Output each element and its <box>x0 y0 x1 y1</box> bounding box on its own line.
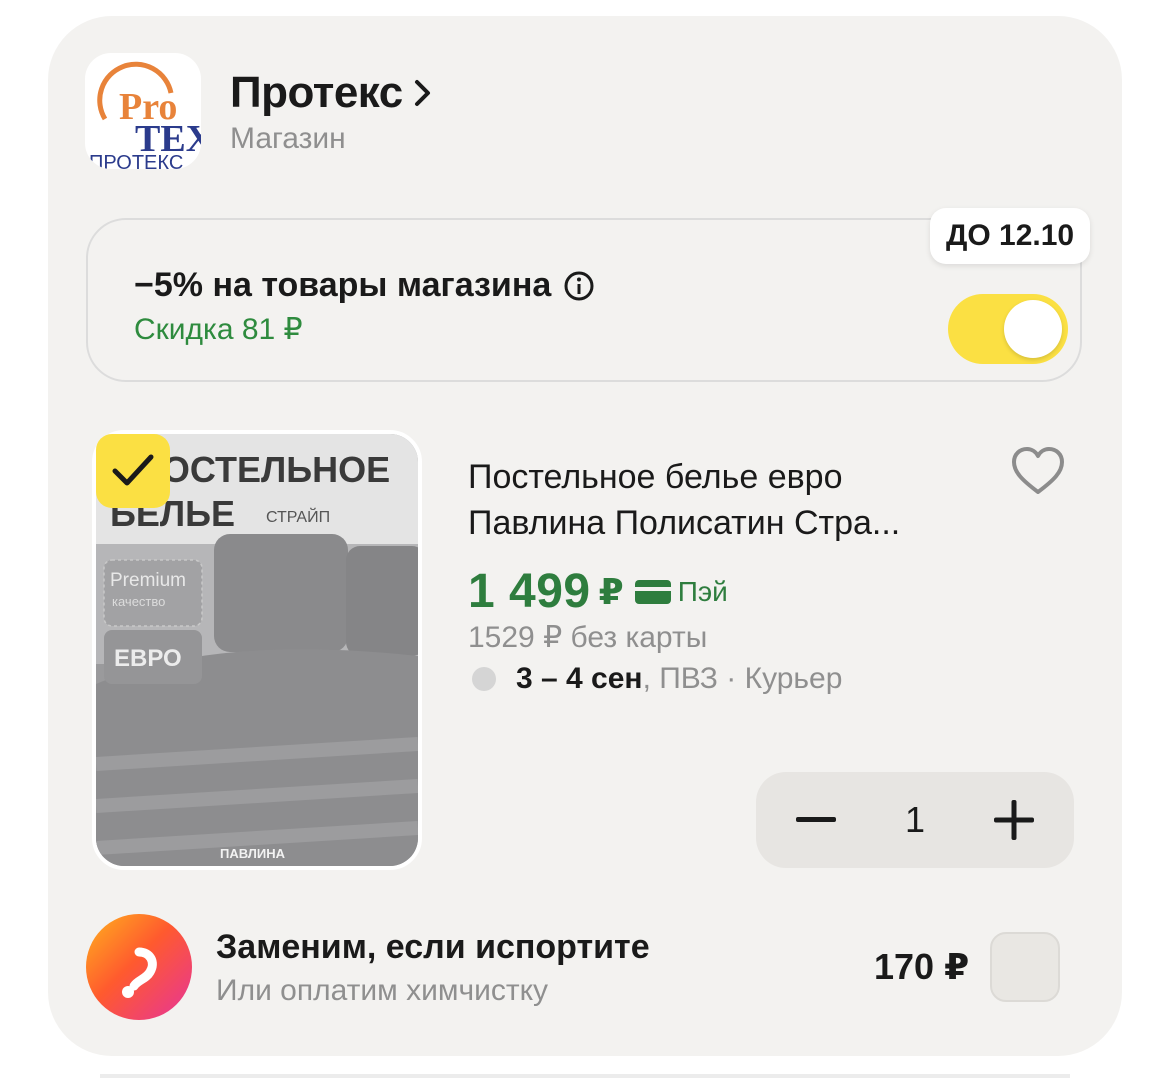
insurance-price: 170 ₽ <box>874 946 970 987</box>
plus-button[interactable] <box>992 798 1036 842</box>
promo-title-row: −5% на товары магазина <box>134 266 595 305</box>
quantity-value: 1 <box>904 799 926 840</box>
svg-text:ПОСТЕЛЬНОЕ: ПОСТЕЛЬНОЕ <box>136 449 390 490</box>
check-icon <box>112 454 154 486</box>
insurance-checkbox[interactable] <box>990 932 1060 1002</box>
svg-text:ПРОТЕКС: ПРОТЕКС <box>89 152 183 169</box>
product-title[interactable]: Постельное белье евро Павлина Полисатин … <box>468 454 978 546</box>
minus-icon <box>796 817 836 822</box>
promo-discount: Скидка 81 ₽ <box>134 313 303 346</box>
info-icon[interactable] <box>563 270 595 302</box>
svg-text:СТРАЙП: СТРАЙП <box>266 507 330 526</box>
divider <box>100 1074 1070 1078</box>
deadline-badge: ДО 12.10 <box>930 208 1091 264</box>
product-select-checkbox[interactable] <box>96 434 170 508</box>
chevron-right-icon <box>413 78 433 108</box>
delivery-methods: , ПВЗ · Курьер <box>642 662 843 695</box>
delivery-status-dot <box>472 667 496 691</box>
favorite-heart-icon[interactable] <box>1010 446 1066 496</box>
price-value: 1 499 <box>468 565 591 618</box>
svg-text:качество: качество <box>112 594 165 609</box>
price-without-card: 1529 ₽ без карты <box>468 621 708 654</box>
delivery-info: 3 – 4 сен , ПВЗ · Курьер <box>472 662 842 696</box>
minus-button[interactable] <box>794 798 838 842</box>
price-row: 1 499 ₽ Пэй <box>468 564 728 619</box>
insurance-subtitle: Или оплатим химчистку <box>216 974 549 1007</box>
quantity-stepper: 1 <box>756 772 1074 868</box>
store-logo[interactable]: Pro TEX ПРОТЕКС <box>85 53 201 169</box>
price-currency: ₽ <box>598 570 624 612</box>
promo-toggle[interactable] <box>948 294 1068 364</box>
svg-text:ЕВРО: ЕВРО <box>114 645 182 672</box>
insurance-logo-icon <box>84 912 194 1022</box>
promo-title: −5% на товары магазина <box>134 266 552 304</box>
store-name-link[interactable]: Протекс <box>230 68 433 118</box>
svg-text:ПАВЛИНА: ПАВЛИНА <box>220 846 286 861</box>
pay-label: Пэй <box>677 575 728 607</box>
cart-store-card: Pro TEX ПРОТЕКС Протекс Магазин −5% на т… <box>48 16 1122 1056</box>
svg-text:Premium: Premium <box>110 570 186 591</box>
toggle-knob <box>1004 300 1062 358</box>
store-type: Магазин <box>230 122 346 155</box>
delivery-date: 3 – 4 сен <box>516 662 643 695</box>
store-name: Протекс <box>230 68 403 117</box>
card-icon <box>634 579 672 605</box>
plus-icon <box>994 800 1034 840</box>
insurance-title: Заменим, если испортите <box>216 928 650 966</box>
